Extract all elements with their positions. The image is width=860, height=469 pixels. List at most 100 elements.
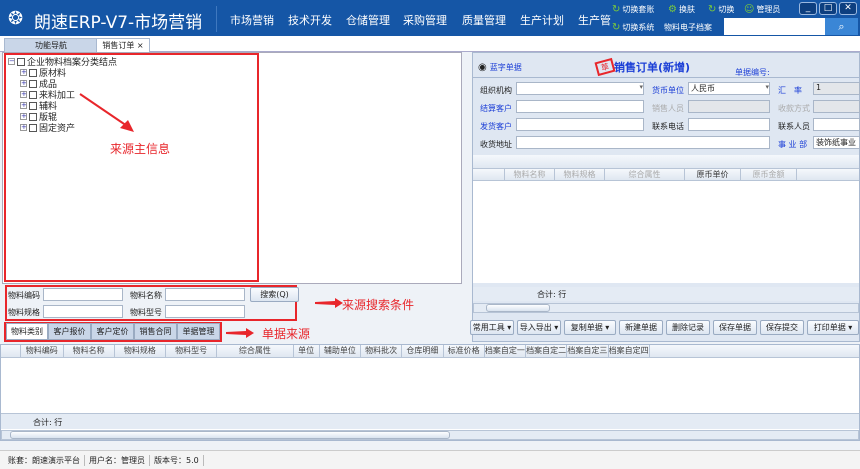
expand-icon[interactable]: + (20, 124, 27, 131)
material-model-input[interactable] (165, 305, 245, 318)
label: 物料型号 (130, 308, 162, 317)
checkbox[interactable] (29, 101, 37, 110)
contact-input[interactable] (813, 118, 860, 131)
search-icon[interactable]: ⌕ (825, 18, 858, 35)
close-button[interactable]: ✕ (839, 2, 857, 15)
nav-item[interactable]: 采购管理 (403, 12, 447, 28)
toolbar-button[interactable]: 常用工具 ▾ (470, 320, 514, 335)
tab-function-nav[interactable]: 功能导航 (4, 38, 98, 52)
column-header[interactable]: 单位 (294, 345, 320, 357)
label: 汇 率 (778, 86, 802, 95)
checkbox[interactable] (29, 112, 37, 121)
search-input[interactable] (724, 18, 825, 35)
material-name-input[interactable] (165, 288, 245, 301)
settle-customer-input[interactable] (516, 100, 644, 113)
tab-sales-contract[interactable]: 销售合同 (134, 323, 177, 340)
label: 组织机构 (480, 86, 512, 95)
nav-item[interactable]: 生产管 (578, 12, 611, 28)
tab-customer-quote[interactable]: 客户报价 (48, 323, 91, 340)
annotation-doc-source: 单据来源 (262, 327, 311, 341)
expand-icon[interactable]: + (20, 113, 27, 120)
user-button[interactable]: ☺ 管理员 (744, 4, 780, 15)
currency-select[interactable]: 人民币 ▾ (688, 82, 770, 95)
nav-item[interactable]: 生产计划 (520, 12, 564, 28)
nav-item[interactable]: 质量管理 (462, 12, 506, 28)
column-header[interactable]: 档案自定四 (609, 345, 650, 357)
horizontal-scrollbar[interactable] (473, 303, 859, 313)
label: 物料编码 (8, 291, 40, 300)
sales-person-input[interactable] (688, 100, 770, 113)
expand-icon[interactable]: + (20, 69, 27, 76)
material-code-input[interactable] (43, 288, 123, 301)
column-header[interactable]: 标准价格 (444, 345, 485, 357)
nav-item[interactable]: 技术开发 (288, 12, 332, 28)
column-header[interactable]: 综合属性 (605, 169, 685, 180)
column-header[interactable]: 综合属性 (217, 345, 294, 357)
column-header[interactable]: 物料型号 (166, 345, 218, 357)
expand-icon[interactable]: + (20, 102, 27, 109)
column-header[interactable]: 物料批次 (361, 345, 403, 357)
checkbox[interactable] (29, 79, 37, 88)
column-header[interactable]: 原币金额 (741, 169, 797, 180)
ship-customer-input[interactable] (516, 118, 644, 131)
toolbar-button[interactable]: 删除记录 (666, 320, 710, 335)
scroll-thumb[interactable] (10, 431, 450, 439)
tab-sales-order[interactable]: 销售订单 × (96, 38, 150, 52)
column-header[interactable]: 物料名称 (64, 345, 115, 357)
nav-item[interactable]: 市场营销 (230, 12, 274, 28)
label: 收款方式 (778, 104, 810, 113)
toolbar-button[interactable]: 打印单据 ▾ (807, 320, 859, 335)
phone-input[interactable] (688, 118, 770, 131)
column-header[interactable]: 辅助单位 (320, 345, 361, 357)
checkbox[interactable] (29, 90, 37, 99)
column-header[interactable]: 物料名称 (505, 169, 555, 180)
org-select[interactable]: ▾ (516, 82, 644, 95)
address-input[interactable] (516, 136, 770, 149)
switch-account-button[interactable]: ↻ 切换套账 (612, 4, 654, 15)
material-archive-link[interactable]: 物料电子档案 (664, 22, 712, 33)
toolbar-button[interactable]: 保存提交 (760, 320, 804, 335)
scroll-thumb[interactable] (486, 304, 550, 312)
tab-doc-management[interactable]: 单据管理 (177, 323, 220, 340)
column-header[interactable]: 物料编码 (21, 345, 64, 357)
checkbox[interactable] (17, 57, 25, 66)
horizontal-scrollbar[interactable] (1, 430, 859, 440)
blue-doc-radio[interactable]: ◉ 蓝字单据 (478, 62, 522, 73)
grid-group-header (473, 155, 859, 169)
maximize-button[interactable]: □ (819, 2, 837, 15)
expand-icon[interactable]: + (20, 80, 27, 87)
minimize-button[interactable]: _ (799, 2, 817, 15)
column-header[interactable]: 仓库明细 (402, 345, 444, 357)
column-header[interactable]: 档案自定二 (526, 345, 568, 357)
nav-item[interactable]: 仓储管理 (346, 12, 390, 28)
checkbox[interactable] (29, 68, 37, 77)
rate-input[interactable]: 1 (813, 82, 860, 95)
column-header[interactable]: 档案自定一 (485, 345, 526, 357)
column-header[interactable]: 物料规格 (115, 345, 166, 357)
collapse-icon[interactable]: − (8, 58, 15, 65)
toolbar-button[interactable]: 新建单据 (619, 320, 663, 335)
tree-node[interactable]: + 固定资产 (20, 121, 75, 134)
column-header[interactable]: 原币单价 (685, 169, 741, 180)
divider (216, 6, 217, 32)
search-button[interactable]: 搜索(Q) (250, 287, 299, 302)
toolbar-button[interactable]: 复制单据 ▾ (564, 320, 616, 335)
switch-system-button[interactable]: ↻ 切换系统 (612, 22, 654, 33)
switch-button[interactable]: ↻ 切换 (708, 4, 734, 15)
toolbar-button[interactable]: 保存单据 (713, 320, 757, 335)
toolbar-button[interactable]: 导入导出 ▾ (517, 320, 561, 335)
dept-input[interactable]: 装饰纸事业 (813, 136, 860, 149)
column-header[interactable]: 物料规格 (555, 169, 605, 180)
radio-selected-icon: ◉ (478, 62, 487, 73)
pay-method-input[interactable] (813, 100, 860, 113)
label: 联系人员 (778, 122, 810, 131)
skin-button[interactable]: ⚙ 换肤 (668, 4, 695, 15)
close-icon[interactable]: × (137, 41, 144, 50)
column-header[interactable]: 档案自定三 (567, 345, 609, 357)
material-spec-input[interactable] (43, 305, 123, 318)
tab-material-category[interactable]: 物料类别 (6, 323, 48, 340)
checkbox[interactable] (29, 123, 37, 132)
expand-icon[interactable]: + (20, 91, 27, 98)
refresh-icon: ↻ (708, 4, 717, 15)
tab-customer-price[interactable]: 客户定价 (91, 323, 134, 340)
